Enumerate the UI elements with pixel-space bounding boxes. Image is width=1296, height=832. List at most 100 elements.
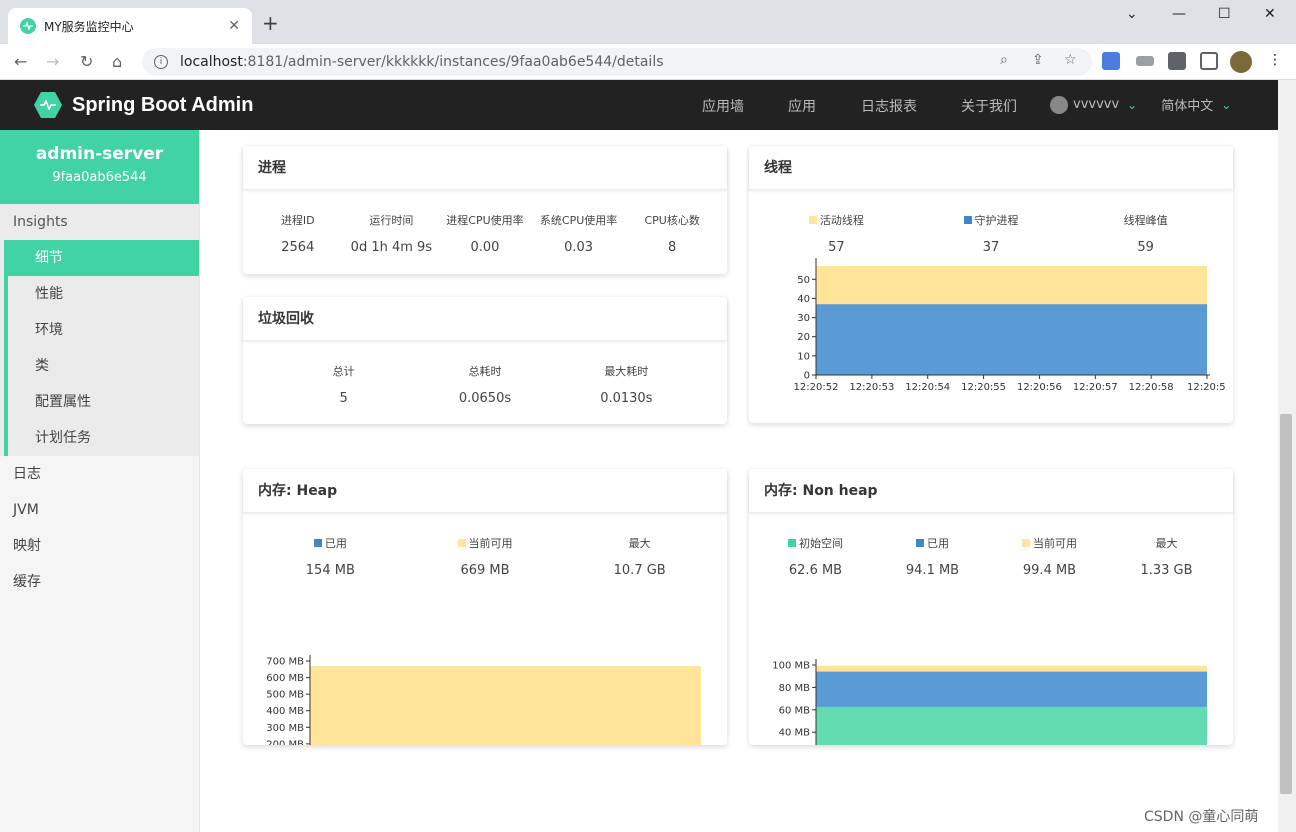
y-tick-label: 40: [797, 294, 810, 305]
stat-label: 系统CPU使用率: [539, 214, 618, 227]
stat-value: 2564: [281, 240, 315, 255]
y-tick-label: 20: [797, 332, 810, 343]
app-name: admin-server: [35, 144, 164, 164]
forward-icon[interactable]: →: [46, 52, 59, 71]
x-tick-label: 12:20:55: [961, 382, 1006, 393]
y-tick-label: 400 MB: [266, 706, 304, 717]
nav-about[interactable]: 关于我们: [961, 96, 1017, 116]
brand[interactable]: Spring Boot Admin: [34, 92, 253, 118]
new-tab-icon[interactable]: +: [262, 13, 279, 33]
tab-search-icon[interactable]: ⌄: [1126, 6, 1138, 22]
nav-wallboard[interactable]: 应用墙: [702, 96, 744, 116]
more-menu-icon[interactable]: ⋮: [1268, 52, 1282, 68]
profile-avatar[interactable]: [1230, 51, 1252, 73]
nav-log-report[interactable]: 日志报表: [861, 96, 917, 116]
address-bar: ← → ↻ ⌂ i localhost:8181/admin-server/kk…: [0, 44, 1296, 80]
brand-name: Spring Boot Admin: [72, 93, 254, 116]
logo-icon: [34, 92, 62, 118]
instance-header: admin-server 9faa0ab6e544: [0, 130, 199, 204]
sidebar-item-configprops[interactable]: 配置属性: [4, 384, 199, 420]
threads-chart: 0 10 20 30 40 50 12:20:52 12:20:53 12:20:54 12:20…: [794, 258, 1226, 393]
nav-applications[interactable]: 应用: [788, 96, 816, 116]
instance-id: 9faa0ab6e544: [52, 170, 147, 185]
y-tick-label: 300 MB: [266, 723, 304, 734]
y-tick-label: 80 MB: [779, 683, 811, 694]
close-window-icon[interactable]: ✕: [1264, 6, 1276, 22]
chart-extension-icon[interactable]: [1136, 56, 1154, 66]
stat-label: 总耗时: [468, 365, 502, 378]
y-tick-label: 50: [797, 275, 810, 286]
y-tick-label: 10: [797, 351, 810, 362]
gc-stats: 总计 5 总耗时 0.0650s 最大耗时 0.0130s: [243, 363, 727, 406]
process-stats: 进程ID 2564 运行时间 0d 1h 4m 9s 进程CPU使用率 0.00 系统…: [243, 212, 727, 255]
extensions-puzzle-icon[interactable]: [1168, 52, 1186, 70]
series-area-1: [310, 666, 701, 745]
translate-extension-icon[interactable]: [1102, 52, 1120, 70]
sidebar-item-insights[interactable]: Insights: [0, 204, 199, 240]
x-tick-label: 12:20:53: [849, 382, 894, 393]
chevron-down-icon: ⌄: [1221, 97, 1232, 112]
sidebar-item-environment[interactable]: 环境: [4, 312, 199, 348]
user-name: vvvvvv: [1073, 97, 1120, 112]
gc-title: 垃圾回收: [243, 297, 727, 341]
watermark: CSDN @童心同萌: [1144, 809, 1259, 825]
sidebar-item-details[interactable]: 细节: [4, 240, 199, 276]
zoom-icon[interactable]: ⌕: [1000, 52, 1008, 68]
browser-window: MY服务监控中心 ✕ + ⌄ — ☐ ✕ ← → ↻ ⌂ i localhost…: [0, 0, 1296, 832]
language-select[interactable]: 简体中文: [1161, 95, 1213, 114]
sidebar-item-beans[interactable]: 类: [4, 348, 199, 384]
sidebar-item-jvm[interactable]: JVM: [0, 492, 199, 528]
heap-chart: 0 B100 MB200 MB300 MB400 MB500 MB600 MB7…: [266, 655, 701, 745]
home-icon[interactable]: ⌂: [112, 52, 122, 71]
tab-close-icon[interactable]: ✕: [228, 18, 240, 34]
y-tick-label: 500 MB: [266, 690, 304, 701]
maximize-icon[interactable]: ☐: [1218, 6, 1231, 22]
sidebar: admin-server 9faa0ab6e544 Insights 细节 性能…: [0, 130, 200, 832]
x-tick-label: 12:20:54: [905, 382, 950, 393]
browser-tab[interactable]: MY服务监控中心 ✕: [8, 8, 252, 44]
stat-value: 8: [668, 240, 677, 255]
url-text: localhost:8181/admin-server/kkkkkk/insta…: [180, 54, 664, 70]
scrollbar-thumb[interactable]: [1280, 414, 1292, 794]
user-menu[interactable]: vvvvvv ⌄ 简体中文 ⌄: [1050, 95, 1231, 114]
sidebar-item-mappings[interactable]: 映射: [0, 528, 199, 564]
process-card: 进程 进程ID 2564 运行时间 0d 1h 4m 9s 进程CPU使用率 0.00…: [243, 146, 727, 274]
threads-card: 线程 活动线程 57 守护进程 37 线程峰值 59 0 10 20 30 40 50 12:20…: [749, 146, 1233, 423]
stat-value: 0.0130s: [600, 391, 653, 406]
url-field[interactable]: i localhost:8181/admin-server/kkkkkk/ins…: [142, 48, 1092, 76]
x-tick-label: 12:20:5: [1187, 382, 1226, 393]
side-panel-icon[interactable]: [1200, 52, 1218, 70]
stat-label: 运行时间: [369, 214, 414, 227]
x-tick-label: 12:20:58: [1129, 382, 1174, 393]
share-icon[interactable]: ⇪: [1032, 52, 1044, 68]
stat-value: 0.00: [470, 240, 500, 255]
page-scrollbar[interactable]: [1278, 80, 1296, 832]
sidebar-item-caches[interactable]: 缓存: [0, 564, 199, 600]
sidebar-item-metrics[interactable]: 性能: [4, 276, 199, 312]
sidebar-item-scheduledtasks[interactable]: 计划任务: [4, 420, 199, 456]
stat-value: 0.03: [564, 240, 594, 255]
stat-value: 5: [339, 391, 348, 406]
y-tick-label: 60 MB: [779, 705, 811, 716]
bookmark-star-icon[interactable]: ☆: [1064, 52, 1077, 68]
y-tick-label: 200 MB: [266, 739, 304, 745]
process-title: 进程: [243, 146, 727, 190]
heap-card: 内存: Heap 已用154 MB 当前可用669 MB 最大10.7 GB 0…: [243, 469, 727, 745]
site-info-icon[interactable]: i: [154, 55, 168, 69]
y-tick-label: 30: [797, 313, 810, 324]
reload-icon[interactable]: ↻: [80, 52, 93, 71]
stat-label: 进程CPU使用率: [446, 214, 524, 227]
y-tick-label: 100 MB: [772, 661, 810, 672]
series-area-0: [816, 304, 1207, 375]
chevron-down-icon: ⌄: [1127, 97, 1138, 112]
tab-title: MY服务监控中心: [44, 19, 134, 34]
y-tick-label: 40 MB: [779, 728, 811, 739]
gc-card: 垃圾回收 总计 5 总耗时 0.0650s 最大耗时 0.0130s: [243, 297, 727, 424]
nonheap-card: 内存: Non heap 初始空间 62.6 MB 已用 94.1 MB 当前可用 9…: [749, 469, 1233, 745]
back-icon[interactable]: ←: [14, 52, 27, 71]
favicon-icon: [20, 18, 36, 34]
stat-label: CPU核心数: [644, 214, 700, 227]
stat-label: 总计: [332, 365, 355, 378]
minimize-icon[interactable]: —: [1172, 6, 1186, 22]
sidebar-item-logging[interactable]: 日志: [0, 456, 199, 492]
